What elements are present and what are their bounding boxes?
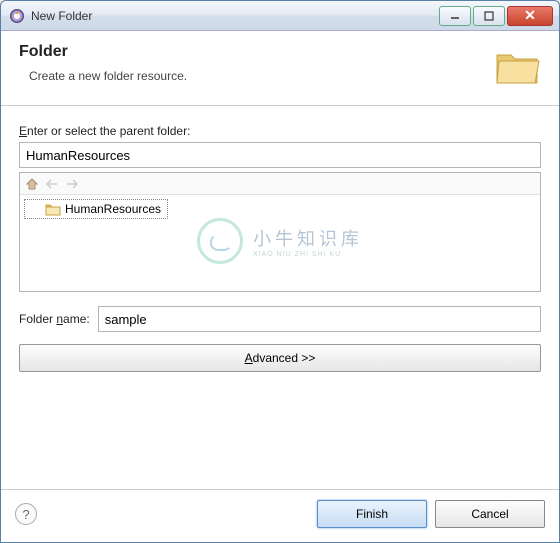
content-area: Enter or select the parent folder: Human… bbox=[1, 106, 559, 489]
footer: ? Finish Cancel bbox=[1, 489, 559, 542]
title-bar[interactable]: New Folder ✕ bbox=[1, 1, 559, 31]
back-icon[interactable] bbox=[44, 176, 60, 192]
watermark: 小牛知识库 XIAO NIU ZHI SHI KU bbox=[197, 218, 363, 264]
banner: Folder Create a new folder resource. bbox=[1, 31, 559, 106]
home-icon[interactable] bbox=[24, 176, 40, 192]
tree-item-humanresources[interactable]: HumanResources bbox=[24, 199, 168, 219]
forward-icon[interactable] bbox=[64, 176, 80, 192]
parent-folder-label: Enter or select the parent folder: bbox=[19, 124, 541, 138]
folder-name-input[interactable] bbox=[98, 306, 541, 332]
advanced-button[interactable]: Advanced >> bbox=[19, 344, 541, 372]
help-button[interactable]: ? bbox=[15, 503, 37, 525]
close-button[interactable]: ✕ bbox=[507, 6, 553, 26]
tree-body[interactable]: HumanResources 小牛知识库 XIAO NIU ZHI SHI KU bbox=[20, 195, 540, 291]
folder-icon bbox=[493, 43, 541, 91]
folder-name-row: Folder name: bbox=[19, 306, 541, 332]
banner-title: Folder bbox=[19, 43, 483, 61]
project-folder-icon bbox=[45, 202, 61, 216]
window-controls: ✕ bbox=[439, 6, 553, 26]
folder-tree[interactable]: HumanResources 小牛知识库 XIAO NIU ZHI SHI KU bbox=[19, 172, 541, 292]
folder-name-label: Folder name: bbox=[19, 312, 90, 326]
tree-item-label: HumanResources bbox=[65, 202, 161, 216]
app-icon bbox=[9, 8, 25, 24]
banner-subtitle: Create a new folder resource. bbox=[19, 69, 483, 83]
dialog-window: New Folder ✕ Folder Create a new folder … bbox=[0, 0, 560, 543]
parent-folder-input[interactable] bbox=[19, 142, 541, 168]
finish-button[interactable]: Finish bbox=[317, 500, 427, 528]
tree-toolbar bbox=[20, 173, 540, 195]
minimize-button[interactable] bbox=[439, 6, 471, 26]
window-title: New Folder bbox=[31, 9, 439, 23]
cancel-button[interactable]: Cancel bbox=[435, 500, 545, 528]
maximize-button[interactable] bbox=[473, 6, 505, 26]
